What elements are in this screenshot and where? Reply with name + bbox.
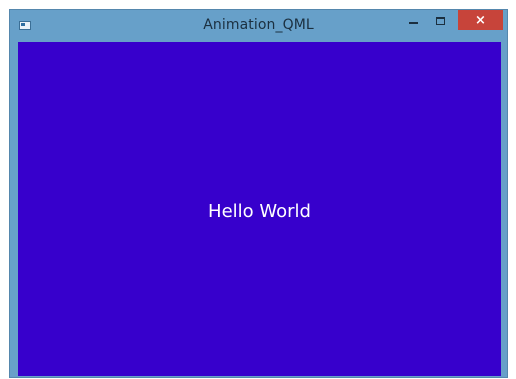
- application-window: Animation_QML × Hello World: [9, 9, 508, 378]
- close-icon: ×: [475, 12, 486, 28]
- hello-world-text: Hello World: [208, 200, 311, 222]
- maximize-icon: [436, 17, 445, 25]
- minimize-button[interactable]: [400, 10, 427, 32]
- maximize-button[interactable]: [427, 10, 454, 32]
- title-bar[interactable]: Animation_QML ×: [10, 10, 507, 42]
- close-button[interactable]: ×: [458, 10, 503, 30]
- window-controls: ×: [400, 10, 503, 32]
- qml-content-area: Hello World: [18, 42, 501, 376]
- minimize-icon: [409, 21, 418, 24]
